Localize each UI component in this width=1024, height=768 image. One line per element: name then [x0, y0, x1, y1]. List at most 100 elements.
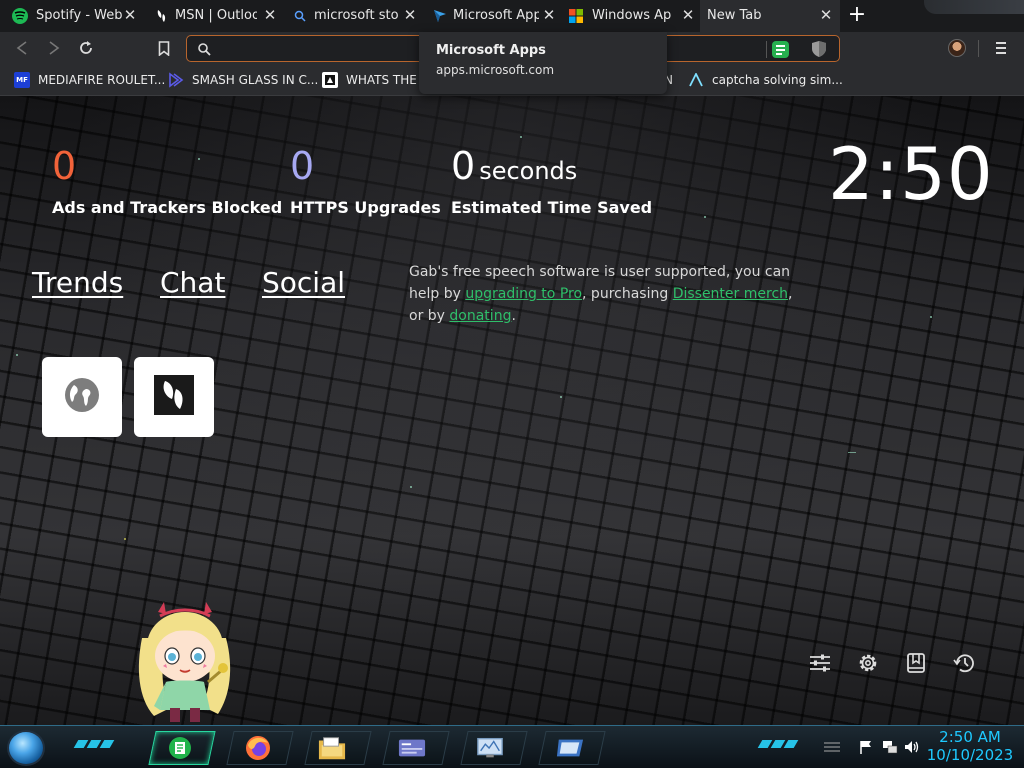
back-button[interactable]	[13, 39, 31, 57]
https-upgrades-stat: 0 HTTPS Upgrades	[290, 144, 441, 217]
time-saved-label: Estimated Time Saved	[451, 198, 653, 217]
ads-blocked-stat: 0 Ads and Trackers Blocked	[52, 144, 282, 217]
background-glint	[520, 136, 522, 138]
upgrade-pro-link[interactable]: upgrading to Pro	[465, 286, 582, 302]
settings-icon[interactable]	[856, 651, 880, 675]
tab-title: Windows Apps	[592, 8, 672, 23]
social-link[interactable]: Social	[262, 266, 345, 299]
tab-title: MSN | Outlook,	[175, 8, 257, 23]
divider	[978, 40, 979, 57]
time-saved-value: 0 seconds	[451, 144, 577, 193]
tab-title: New Tab	[707, 8, 762, 23]
tab-spotify[interactable]: Spotify - Web P ✕	[0, 0, 142, 32]
shield-icon[interactable]	[811, 40, 827, 62]
background-glint	[410, 486, 412, 488]
butterfly-icon	[154, 375, 194, 419]
ads-blocked-label: Ads and Trackers Blocked	[52, 198, 283, 217]
extension-icon[interactable]	[772, 41, 789, 58]
tooltip-url: apps.microsoft.com	[436, 63, 555, 77]
tab-new-tab[interactable]: New Tab ✕	[700, 0, 840, 32]
desktop-mascot-character	[130, 598, 240, 725]
background-glint	[848, 452, 856, 453]
reload-button[interactable]	[77, 39, 95, 57]
background-glint	[704, 216, 706, 218]
card-app-icon[interactable]	[398, 735, 426, 761]
tooltip-title: Microsoft Apps	[436, 43, 546, 58]
firefox-icon[interactable]	[244, 735, 272, 761]
tab-microsoft-store-search[interactable]: microsoft store ✕	[284, 0, 424, 32]
file-explorer-icon[interactable]	[318, 735, 346, 761]
taskbar-decoration	[73, 740, 120, 750]
microsoft-apps-icon	[432, 8, 448, 24]
close-icon[interactable]: ✕	[680, 7, 696, 23]
system-clock[interactable]: 2:50 AM 10/10/2023	[918, 728, 1022, 764]
butterfly-tile[interactable]	[134, 357, 214, 437]
smash-glass-icon	[168, 72, 184, 88]
system-time: 2:50 AM	[939, 728, 1001, 746]
system-date: 10/10/2023	[926, 746, 1014, 764]
history-icon[interactable]	[952, 651, 976, 675]
window-controls[interactable]	[924, 0, 1024, 14]
tab-microsoft-apps[interactable]: Microsoft Apps ✕	[424, 0, 564, 32]
tab-title: Microsoft Apps	[453, 8, 539, 23]
close-icon[interactable]: ✕	[541, 7, 557, 23]
flag-icon[interactable]	[858, 739, 874, 755]
ads-blocked-count: 0	[52, 144, 77, 188]
background-glint	[124, 538, 126, 540]
profile-avatar[interactable]	[948, 39, 966, 57]
tab-tooltip: Microsoft Apps apps.microsoft.com	[419, 32, 667, 94]
tab-strip: Spotify - Web P ✕ MSN | Outlook, ✕ micro…	[0, 0, 1024, 32]
search-icon	[292, 8, 308, 24]
bookmark-smash-glass[interactable]: SMASH GLASS IN C...	[168, 71, 318, 89]
mediafire-icon: MF	[14, 72, 30, 88]
time-saved-unit: seconds	[479, 157, 578, 185]
notes-app-icon[interactable]	[166, 735, 194, 761]
bookmark-label: captcha solving sim...	[712, 73, 843, 87]
background-glint	[16, 354, 18, 356]
bookmark-whats-the[interactable]: WHATS THE F	[322, 71, 428, 89]
time-saved-count: 0	[451, 144, 476, 188]
new-tab-button[interactable]: +	[846, 4, 868, 27]
taskbar: 2:50 AM 10/10/2023	[0, 725, 1024, 768]
globe-icon	[64, 377, 100, 417]
customize-icon[interactable]	[808, 651, 832, 675]
window-app-icon[interactable]	[556, 735, 584, 761]
bookmark-label: MEDIAFIRE ROULET...	[38, 73, 166, 87]
bookmark-mediafire[interactable]: MF MEDIAFIRE ROULET...	[14, 71, 165, 89]
tab-title: microsoft store	[314, 8, 398, 23]
tab-windows-apps[interactable]: Windows Apps ✕	[564, 0, 700, 32]
bookmark-captcha[interactable]: captcha solving sim...	[688, 71, 843, 89]
gab-text-part: .	[511, 308, 516, 324]
bookmark-label: WHATS THE F	[346, 73, 428, 87]
trends-link[interactable]: Trends	[32, 266, 123, 299]
close-icon[interactable]: ✕	[262, 7, 278, 23]
divider	[766, 41, 767, 58]
close-icon[interactable]: ✕	[818, 7, 834, 23]
monitor-app-icon[interactable]	[476, 735, 504, 761]
chat-link[interactable]: Chat	[160, 266, 225, 299]
gab-text-part: , purchasing	[582, 286, 673, 302]
butterfly-icon	[154, 8, 170, 24]
dissenter-merch-link[interactable]: Dissenter merch	[673, 286, 788, 302]
background-glint	[198, 158, 200, 160]
forward-button[interactable]	[45, 39, 63, 57]
whats-icon	[322, 72, 338, 88]
captcha-icon	[688, 72, 704, 88]
spotify-icon	[12, 8, 28, 24]
bookmark-page-button[interactable]	[155, 39, 173, 57]
close-icon[interactable]: ✕	[122, 7, 138, 23]
globe-tile[interactable]	[42, 357, 122, 437]
taskbar-decoration	[757, 740, 804, 750]
tab-msn[interactable]: MSN | Outlook, ✕	[142, 0, 284, 32]
menu-icon[interactable]	[994, 41, 1008, 55]
show-hidden-icons[interactable]	[824, 739, 840, 755]
https-upgrades-count: 0	[290, 144, 315, 188]
donating-link[interactable]: donating	[449, 308, 511, 324]
tab-title: Spotify - Web P	[36, 8, 124, 23]
gab-support-text: Gab's free speech software is user suppo…	[409, 261, 809, 327]
close-icon[interactable]: ✕	[402, 7, 418, 23]
https-upgrades-label: HTTPS Upgrades	[290, 198, 441, 217]
start-button[interactable]	[7, 730, 45, 766]
bookmarks-icon[interactable]	[904, 651, 928, 675]
network-icon[interactable]	[882, 739, 898, 755]
